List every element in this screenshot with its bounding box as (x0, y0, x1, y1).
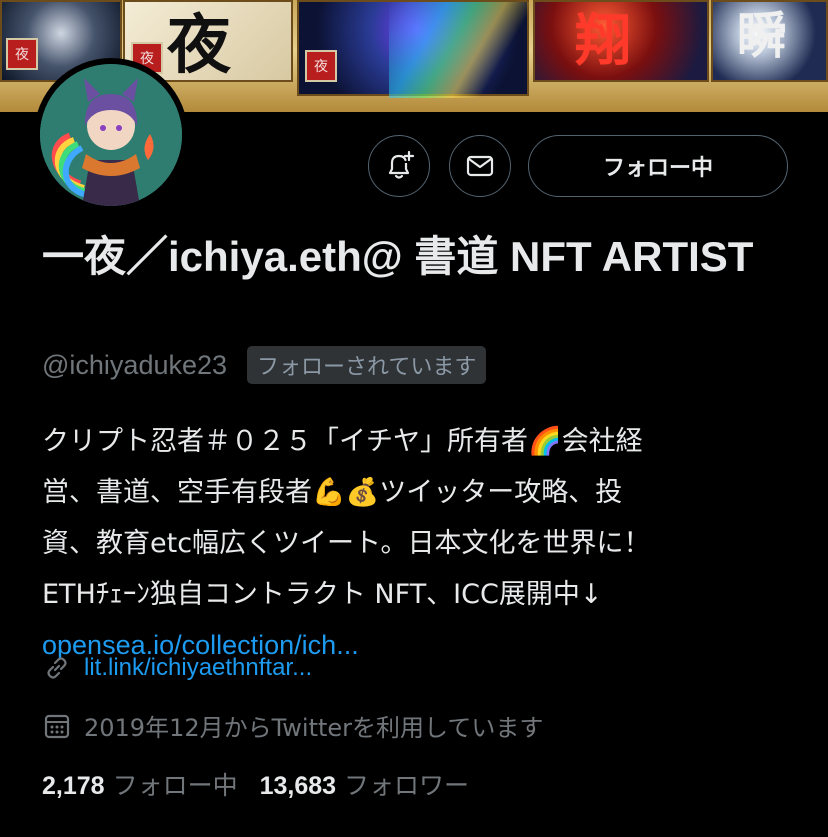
handle-row: @ichiyaduke23 フォローされています (42, 346, 487, 384)
followers-count: 13,683 (259, 772, 337, 800)
banner-artwork-4: 翔 (533, 0, 709, 82)
follows-you-badge: フォローされています (247, 346, 487, 384)
calendar-icon (42, 711, 72, 741)
brush-calligraphy: 翔 (575, 8, 631, 74)
bio-line: 資、教育etc幅広くツイート。日本文化を世界に！ (42, 528, 651, 559)
joined-row: 2019年12月からTwitterを利用しています (42, 708, 543, 743)
following-button[interactable]: フォロー中 (528, 135, 788, 197)
followers-stat[interactable]: 13,683 フォロワー (260, 766, 469, 802)
following-count: 2,178 (42, 772, 105, 800)
bell-plus-icon (388, 150, 415, 179)
followers-label: フォロワー (344, 771, 470, 800)
notifications-button[interactable] (368, 135, 430, 197)
bio-line: ETHﾁｪｰﾝ独自コントラクト NFT、ICC展開中↓ (42, 579, 603, 610)
envelope-icon (466, 155, 494, 177)
red-seal-stamp: 夜 (305, 50, 337, 82)
display-name: 一夜／ichiya.eth@ 書道 NFT ARTIST (42, 233, 754, 280)
message-button[interactable] (449, 135, 511, 197)
red-seal-stamp: 夜 (6, 38, 38, 70)
banner-artwork-5: 瞬 (711, 0, 828, 82)
link-icon (42, 653, 72, 683)
bio-line: クリプト忍者＃０２５「イチヤ」所有者🌈会社経 (42, 426, 643, 457)
username-handle: @ichiyaduke23 (42, 349, 228, 380)
follow-stats: 2,178 フォロー中 13,683 フォロワー (42, 766, 469, 802)
website-row: lit.link/ichiyaethnftar... (42, 653, 312, 683)
following-label: フォロー中 (112, 771, 238, 800)
brush-calligraphy: 夜 (167, 8, 231, 83)
following-button-label: フォロー中 (602, 156, 713, 181)
following-stat[interactable]: 2,178 フォロー中 (42, 766, 238, 802)
avatar-illustration (40, 64, 182, 206)
brush-calligraphy: 瞬 (737, 6, 787, 65)
banner-artwork-3: 夜 (297, 0, 529, 98)
bio-line: 営、書道、空手有段者💪💰ツイッター攻略、投 (42, 477, 623, 508)
avatar[interactable] (34, 58, 188, 212)
profile-bio: クリプト忍者＃０２５「イチヤ」所有者🌈会社経 営、書道、空手有段者💪💰ツイッター… (42, 416, 802, 671)
joined-date: 2019年12月からTwitterを利用しています (84, 714, 544, 742)
website-link[interactable]: lit.link/ichiyaethnftar... (84, 654, 312, 682)
avatar-image (40, 64, 182, 206)
